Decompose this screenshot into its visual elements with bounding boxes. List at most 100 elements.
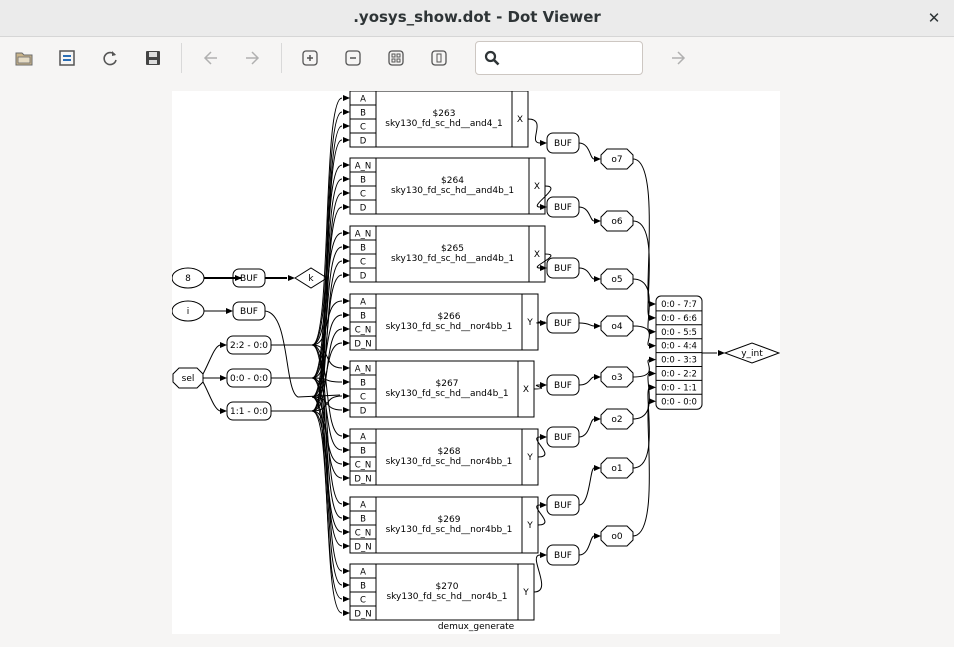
edge [271, 377, 343, 586]
arrowhead [343, 298, 350, 304]
arrowhead [343, 568, 350, 574]
cell-type: sky130_fd_sc_hd__and4_1 [385, 119, 502, 129]
concat-row-label: 0:0 - 5:5 [661, 328, 697, 338]
y-int-label: y_int [741, 349, 763, 359]
cell-output-port: Y [526, 318, 533, 328]
arrowhead [288, 275, 295, 281]
arrowhead [343, 610, 350, 616]
cell-port-label: D_N [354, 340, 371, 350]
edge [578, 206, 595, 222]
search-icon [484, 50, 500, 66]
cell-output-port: X [517, 115, 523, 125]
cell-type: sky130_fd_sc_hd__and4b_1 [391, 254, 514, 264]
edge [632, 278, 651, 333]
cell-port-label: D_N [354, 610, 371, 620]
search-input[interactable] [475, 41, 643, 75]
i-label: i [187, 307, 190, 317]
refresh-icon[interactable] [99, 47, 121, 69]
arrowhead [649, 301, 656, 307]
cell-port-label: A [360, 501, 366, 511]
arrowhead [343, 190, 350, 196]
k-label: k [308, 274, 314, 284]
edge [632, 359, 651, 378]
cell-port-label: A_N [355, 230, 371, 240]
cell-port-label: D [360, 137, 367, 147]
cell-port-label: C [360, 596, 366, 606]
cell-id: $269 [438, 515, 461, 525]
concat-row-label: 0:0 - 2:2 [661, 370, 697, 380]
buf-label: BUF [554, 319, 572, 329]
cell-port-label: D [360, 272, 367, 282]
cell-port-label: D [360, 204, 367, 214]
edge [271, 344, 343, 369]
arrowhead [343, 109, 350, 115]
arrowhead [594, 374, 601, 380]
arrowhead [343, 326, 350, 332]
cell-port-label: B [360, 244, 366, 254]
cell-port-label: D [360, 407, 367, 417]
concat-row-label: 0:0 - 4:4 [661, 342, 697, 352]
find-next-icon[interactable] [668, 47, 690, 69]
back-icon[interactable] [199, 47, 221, 69]
edge [632, 373, 651, 420]
arrowhead [343, 543, 350, 549]
edge [533, 554, 543, 593]
arrowhead [343, 258, 350, 264]
buf-label: BUF [554, 433, 572, 443]
edge [578, 267, 595, 280]
edge [578, 322, 595, 327]
cell-port-label: C [360, 258, 366, 268]
arrowhead [649, 356, 656, 363]
arrowhead [343, 582, 350, 588]
buf-label: BUF [554, 501, 572, 511]
edge [202, 344, 221, 375]
cell-output-port: Y [526, 453, 533, 463]
zoom-out-icon[interactable] [342, 47, 364, 69]
buf-label: BUF [554, 203, 572, 213]
cell-type: sky130_fd_sc_hd__nor4b_1 [386, 592, 507, 602]
arrowhead [343, 312, 350, 318]
concat-row-label: 0:0 - 6:6 [661, 314, 697, 324]
arrowhead [718, 350, 725, 356]
edge [632, 158, 651, 305]
edge [578, 142, 595, 160]
edge [632, 220, 651, 319]
arrowhead [343, 123, 350, 129]
close-button[interactable]: ✕ [924, 8, 944, 28]
arrowhead [343, 95, 350, 101]
cell-type: sky130_fd_sc_hd__and4b_1 [385, 389, 508, 399]
cell-port-label: C_N [355, 326, 372, 336]
zoom-in-icon[interactable] [299, 47, 321, 69]
arrowhead [343, 501, 350, 507]
open-icon[interactable] [13, 47, 35, 69]
zoom-fit-icon[interactable] [385, 47, 407, 69]
edge [271, 344, 343, 505]
zoom-100-icon[interactable] [428, 47, 450, 69]
concat-row-label: 0:0 - 7:7 [661, 300, 697, 310]
arrowhead [343, 244, 350, 250]
concat-row-label: 0:0 - 0:0 [661, 397, 697, 407]
edge [202, 381, 221, 412]
arrowhead [540, 502, 547, 508]
cell-port-label: A [360, 568, 366, 578]
concat-row-label: 0:0 - 3:3 [661, 356, 697, 366]
arrowhead [649, 314, 656, 321]
edge [578, 535, 595, 556]
output-label: o1 [611, 464, 622, 474]
arrowhead [343, 137, 350, 143]
forward-icon[interactable] [242, 47, 264, 69]
cell-id: $266 [438, 312, 461, 322]
edge [271, 314, 343, 379]
save-icon[interactable] [142, 47, 164, 69]
arrowhead [343, 204, 350, 210]
cell-id: $268 [438, 447, 461, 457]
arrowhead [343, 230, 350, 236]
graph-canvas[interactable]: A B C D $263 sky130_fd_sc_hd__and4_1 X A_N B C D $2… [171, 90, 781, 634]
output-label: o0 [611, 532, 623, 542]
edge [578, 418, 595, 438]
edge [271, 300, 343, 346]
arrowhead [343, 272, 350, 278]
cell-port-label: A [360, 298, 366, 308]
reload-page-icon[interactable] [56, 47, 78, 69]
window-title: .yosys_show.dot - Dot Viewer [353, 8, 601, 26]
